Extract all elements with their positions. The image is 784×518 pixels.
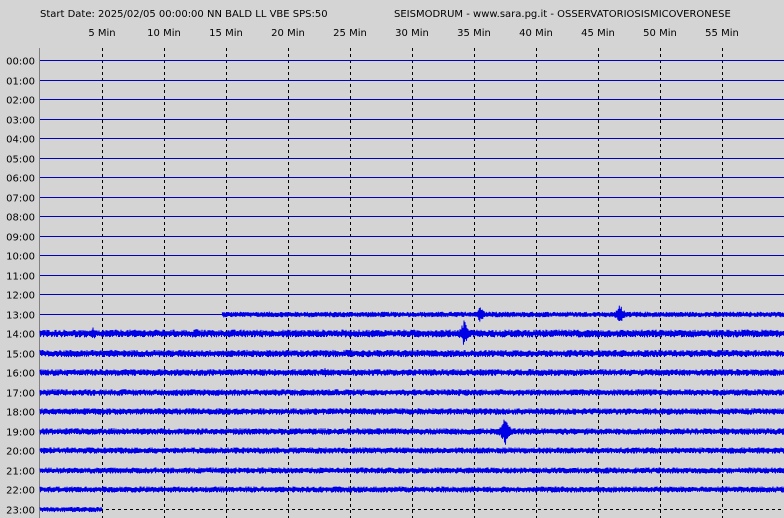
x-tick-label: 25 Min — [333, 28, 367, 39]
x-tick-label: 40 Min — [519, 28, 553, 39]
x-tick-label: 20 Min — [271, 28, 305, 39]
y-tick-label: 12:00 — [6, 291, 35, 302]
y-tick-label: 21:00 — [6, 467, 35, 478]
y-tick-label: 22:00 — [6, 486, 35, 497]
x-tick-label: 10 Min — [147, 28, 181, 39]
header-start-date: Start Date: 2025/02/05 00:00:00 NN BALD … — [40, 9, 328, 20]
y-tick-label: 08:00 — [6, 213, 35, 224]
y-tick-label: 06:00 — [6, 174, 35, 185]
y-tick-label: 09:00 — [6, 233, 35, 244]
y-tick-label: 00:00 — [6, 57, 35, 68]
x-tick-label: 55 Min — [705, 28, 739, 39]
y-tick-label: 19:00 — [6, 428, 35, 439]
helicorder-chart: Start Date: 2025/02/05 00:00:00 NN BALD … — [0, 0, 784, 518]
y-tick-label: 18:00 — [6, 408, 35, 419]
y-tick-label: 15:00 — [6, 350, 35, 361]
y-tick-label: 03:00 — [6, 116, 35, 127]
y-tick-label: 11:00 — [6, 272, 35, 283]
y-tick-label: 16:00 — [6, 369, 35, 380]
x-tick-label: 45 Min — [581, 28, 615, 39]
y-tick-label: 05:00 — [6, 155, 35, 166]
x-tick-label: 30 Min — [395, 28, 429, 39]
y-tick-label: 14:00 — [6, 330, 35, 341]
y-tick-label: 23:00 — [6, 506, 35, 517]
y-tick-label: 10:00 — [6, 252, 35, 263]
header-station-title: SEISMODRUM - www.sara.pg.it - OSSERVATOR… — [394, 9, 731, 20]
y-tick-label: 13:00 — [6, 311, 35, 322]
y-tick-label: 20:00 — [6, 447, 35, 458]
y-tick-label: 07:00 — [6, 194, 35, 205]
header-background — [0, 0, 784, 48]
y-tick-label: 17:00 — [6, 389, 35, 400]
x-tick-label: 15 Min — [209, 28, 243, 39]
x-tick-label: 5 Min — [88, 28, 115, 39]
x-tick-label: 35 Min — [457, 28, 491, 39]
y-tick-label: 04:00 — [6, 135, 35, 146]
y-tick-label: 01:00 — [6, 77, 35, 88]
x-tick-label: 50 Min — [643, 28, 677, 39]
y-tick-label: 02:00 — [6, 96, 35, 107]
